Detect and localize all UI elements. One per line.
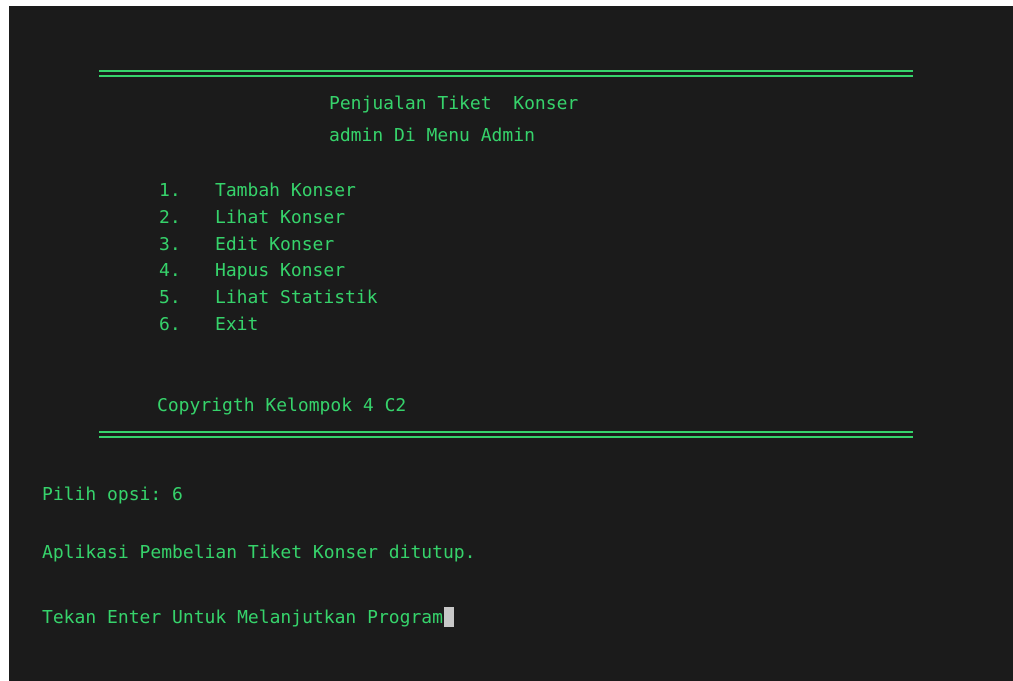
admin-menu: 1. Tambah Konser 2. Lihat Konser 3. Edit Ko… — [159, 180, 378, 341]
menu-item-number: 1. — [159, 180, 181, 201]
option-prompt: Pilih opsi: 6 — [42, 484, 183, 505]
menu-item-lihat-konser: 2. Lihat Konser — [159, 207, 378, 234]
menu-item-label: Edit Konser — [215, 233, 335, 255]
continue-prompt-line: Tekan Enter Untuk Melanjutkan Program — [42, 607, 454, 629]
menu-item-edit-konser: 3. Edit Konser — [159, 234, 378, 261]
text-cursor[interactable] — [443, 607, 454, 627]
top-divider — [99, 70, 913, 77]
menu-item-number: 2. — [159, 206, 181, 228]
closed-message: Aplikasi Pembelian Tiket Konser ditutup. — [42, 542, 476, 563]
menu-item-tambah-konser: 1. Tambah Konser — [159, 180, 378, 207]
bottom-divider — [99, 431, 913, 438]
menu-item-label: Lihat Statistik — [215, 287, 378, 309]
menu-item-number: 6. — [159, 313, 181, 335]
continue-prompt: Tekan Enter Untuk Melanjutkan Program — [42, 607, 443, 628]
menu-item-label: Tambah Konser — [215, 180, 356, 201]
menu-item-lihat-statistik: 5. Lihat Statistik — [159, 287, 378, 314]
menu-item-exit: 6. Exit — [159, 314, 378, 341]
menu-item-number: 4. — [159, 260, 181, 282]
copyright-text: Copyrigth Kelompok 4 C2 — [157, 395, 407, 416]
menu-item-number: 5. — [159, 287, 181, 309]
menu-item-label: Exit — [215, 313, 259, 335]
menu-item-label: Lihat Konser — [215, 206, 346, 228]
menu-subtitle: admin Di Menu Admin — [329, 125, 535, 146]
menu-item-label: Hapus Konser — [215, 260, 346, 282]
menu-item-number: 3. — [159, 233, 181, 255]
menu-item-hapus-konser: 4. Hapus Konser — [159, 260, 378, 287]
terminal-window[interactable]: Penjualan Tiket Konser admin Di Menu Adm… — [9, 6, 1013, 681]
app-title: Penjualan Tiket Konser — [329, 93, 579, 114]
